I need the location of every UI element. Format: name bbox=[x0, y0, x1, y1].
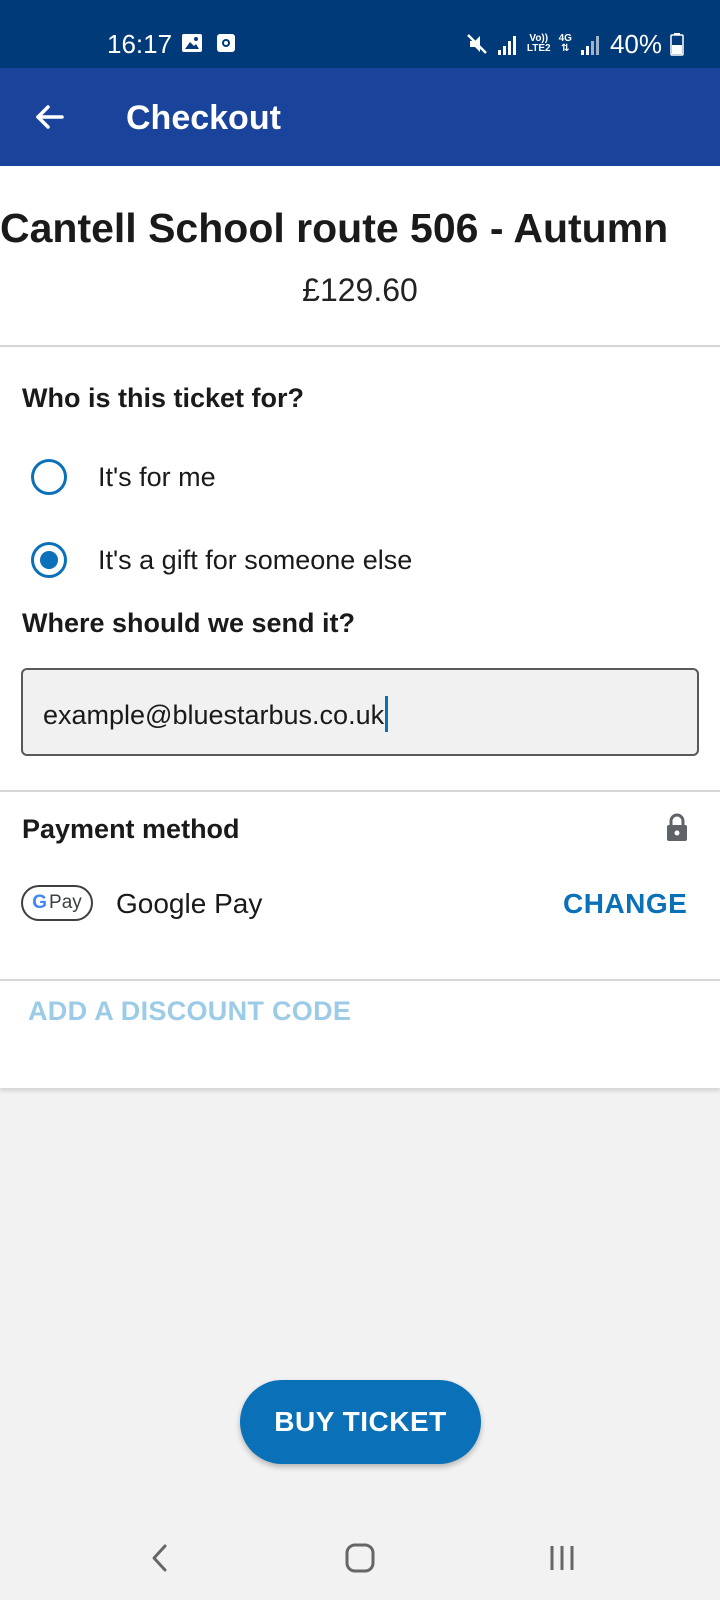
status-left-icons bbox=[181, 33, 237, 53]
recents-icon bbox=[550, 1546, 574, 1570]
data-4g-label: 4G ⇅ bbox=[558, 33, 572, 54]
arrow-left-icon bbox=[36, 105, 64, 129]
radio-label: It's for me bbox=[98, 462, 216, 492]
battery-percentage: 40% bbox=[609, 29, 662, 59]
radio-button-unselected[interactable] bbox=[31, 459, 67, 495]
send-to-question: Where should we send it? bbox=[22, 608, 356, 638]
change-payment-button[interactable]: CHANGE bbox=[563, 887, 687, 921]
radio-option-gift[interactable]: It's a gift for someone else bbox=[0, 525, 720, 595]
mute-icon bbox=[467, 34, 487, 54]
text-cursor bbox=[385, 696, 389, 732]
page-title: Checkout bbox=[126, 99, 281, 137]
status-bar: 16:17 Vo)) LTE2 4G ⇅ 40% bbox=[0, 0, 720, 68]
divider bbox=[0, 979, 720, 981]
buy-ticket-button[interactable]: BUY TICKET bbox=[240, 1380, 481, 1464]
signal-icon bbox=[497, 36, 516, 55]
email-field[interactable]: example@bluestarbus.co.uk bbox=[21, 668, 699, 756]
payment-method-label: Payment method bbox=[22, 814, 240, 844]
add-discount-code-button[interactable]: ADD A DISCOUNT CODE bbox=[28, 994, 351, 1028]
divider bbox=[0, 790, 720, 792]
network-type-label: Vo)) LTE2 bbox=[526, 33, 551, 54]
checkout-card: Cantell School route 506 - Autumn £129.6… bbox=[0, 166, 720, 1088]
signal-icon-2 bbox=[580, 36, 599, 55]
email-field-value[interactable]: example@bluestarbus.co.uk bbox=[43, 696, 389, 732]
radio-label: It's a gift for someone else bbox=[98, 545, 413, 575]
nav-recents-button[interactable] bbox=[532, 1536, 592, 1580]
home-icon bbox=[345, 1543, 375, 1573]
recipient-question: Who is this ticket for? bbox=[22, 383, 305, 413]
google-g-icon: G bbox=[32, 892, 48, 913]
nav-home-button[interactable] bbox=[330, 1536, 390, 1580]
battery-icon bbox=[670, 33, 684, 56]
status-time: 16:17 bbox=[107, 29, 173, 59]
ticket-title: Cantell School route 506 - Autumn bbox=[0, 205, 669, 251]
screen-record-icon bbox=[217, 34, 235, 52]
app-bar: Checkout bbox=[0, 68, 720, 166]
lock-icon bbox=[667, 813, 687, 841]
chevron-left-icon bbox=[152, 1544, 167, 1572]
radio-option-for-me[interactable]: It's for me bbox=[0, 442, 720, 512]
divider bbox=[0, 345, 720, 347]
system-nav-bar bbox=[0, 1516, 720, 1600]
payment-method-name: Google Pay bbox=[116, 888, 263, 919]
gallery-icon bbox=[182, 34, 202, 52]
back-button[interactable] bbox=[26, 93, 74, 141]
google-pay-badge: G Pay bbox=[21, 885, 93, 921]
ticket-price: £129.60 bbox=[302, 272, 418, 308]
radio-button-selected[interactable] bbox=[31, 542, 67, 578]
status-right-icons: Vo)) LTE2 4G ⇅ 40% bbox=[465, 28, 684, 60]
nav-back-button[interactable] bbox=[130, 1536, 190, 1580]
